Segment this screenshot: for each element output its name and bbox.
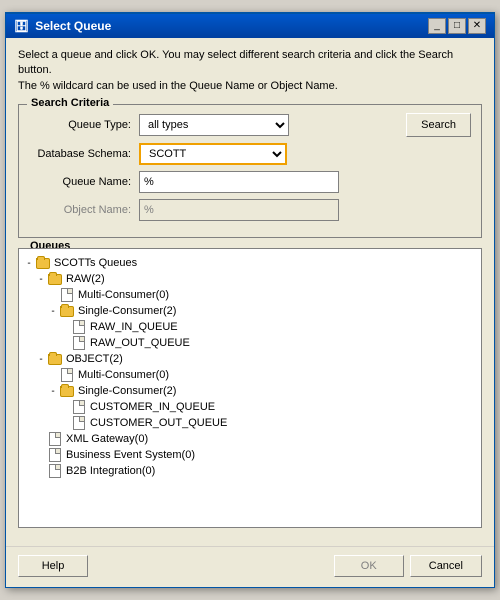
expand-icon: - (23, 258, 35, 269)
title-bar: 🗄 Select Queue _ □ ✕ (6, 14, 494, 38)
expand-icon: - (35, 354, 47, 365)
select-queue-window: 🗄 Select Queue _ □ ✕ Select a queue and … (5, 12, 495, 588)
expand-icon: - (47, 386, 59, 397)
tree-node-label: B2B Integration(0) (66, 465, 155, 477)
tree-node-label: Multi-Consumer(0) (78, 289, 169, 301)
queues-section: Queues - SCOTTs Queues - RAW(2) (18, 248, 482, 528)
file-icon (71, 400, 87, 414)
file-icon (71, 416, 87, 430)
queue-name-label: Queue Name: (29, 176, 139, 188)
db-schema-row: Database Schema: SCOTT SYS SYSTEM (29, 143, 471, 165)
window-title: Select Queue (35, 19, 111, 33)
queue-name-row: Queue Name: (29, 171, 471, 193)
list-item[interactable]: - Single-Consumer(2) (23, 383, 477, 399)
list-item[interactable]: Multi-Consumer(0) (23, 287, 477, 303)
search-criteria-group: Search Criteria Queue Type: all types RA… (18, 104, 482, 238)
close-button[interactable]: ✕ (468, 18, 486, 34)
tree-node-label: Single-Consumer(2) (78, 385, 176, 397)
minimize-button[interactable]: _ (428, 18, 446, 34)
queue-tree: - SCOTTs Queues - RAW(2) Multi-C (19, 249, 481, 485)
file-icon (47, 448, 63, 462)
object-name-row: Object Name: (29, 199, 471, 221)
queue-type-label: Queue Type: (29, 119, 139, 131)
tree-node-label: Multi-Consumer(0) (78, 369, 169, 381)
folder-icon (47, 352, 63, 366)
object-name-input[interactable] (139, 199, 339, 221)
tree-node-label: RAW(2) (66, 273, 105, 285)
tree-node-label: RAW_IN_QUEUE (90, 321, 178, 333)
help-button[interactable]: Help (18, 555, 88, 577)
list-item[interactable]: RAW_OUT_QUEUE (23, 335, 477, 351)
list-item[interactable]: Multi-Consumer(0) (23, 367, 477, 383)
list-item[interactable]: - Single-Consumer(2) (23, 303, 477, 319)
search-button[interactable]: Search (406, 113, 471, 137)
folder-icon (47, 272, 63, 286)
expand-icon: - (47, 306, 59, 317)
search-criteria-label: Search Criteria (27, 97, 113, 109)
tree-node-label: Business Event System(0) (66, 449, 195, 461)
folder-icon (59, 384, 75, 398)
object-name-label: Object Name: (29, 204, 139, 216)
list-item[interactable]: XML Gateway(0) (23, 431, 477, 447)
list-item[interactable]: CUSTOMER_IN_QUEUE (23, 399, 477, 415)
queues-tree-container[interactable]: - SCOTTs Queues - RAW(2) Multi-C (18, 248, 482, 528)
expand-icon: - (35, 274, 47, 285)
file-icon (47, 464, 63, 478)
tree-node-label: CUSTOMER_IN_QUEUE (90, 401, 215, 413)
tree-node-label: CUSTOMER_OUT_QUEUE (90, 417, 227, 429)
folder-icon (59, 304, 75, 318)
list-item[interactable]: CUSTOMER_OUT_QUEUE (23, 415, 477, 431)
tree-node-label: SCOTTs Queues (54, 257, 137, 269)
list-item[interactable]: - OBJECT(2) (23, 351, 477, 367)
maximize-button[interactable]: □ (448, 18, 466, 34)
window-title-icon: 🗄 (14, 19, 29, 33)
list-item[interactable]: RAW_IN_QUEUE (23, 319, 477, 335)
queue-type-row: Queue Type: all types RAW OBJECT Search (29, 113, 471, 137)
db-schema-select[interactable]: SCOTT SYS SYSTEM (139, 143, 287, 165)
description-text: Select a queue and click OK. You may sel… (18, 48, 482, 94)
list-item[interactable]: - RAW(2) (23, 271, 477, 287)
footer: Help OK Cancel (6, 546, 494, 587)
list-item[interactable]: Business Event System(0) (23, 447, 477, 463)
tree-node-label: OBJECT(2) (66, 353, 123, 365)
ok-button[interactable]: OK (334, 555, 404, 577)
file-icon (71, 336, 87, 350)
file-icon (47, 432, 63, 446)
cancel-button[interactable]: Cancel (410, 555, 482, 577)
tree-node-label: Single-Consumer(2) (78, 305, 176, 317)
file-icon (71, 320, 87, 334)
db-schema-label: Database Schema: (29, 148, 139, 160)
file-icon (59, 288, 75, 302)
tree-node-label: XML Gateway(0) (66, 433, 148, 445)
list-item[interactable]: B2B Integration(0) (23, 463, 477, 479)
queue-type-select[interactable]: all types RAW OBJECT (139, 114, 289, 136)
file-icon (59, 368, 75, 382)
folder-icon (35, 256, 51, 270)
queue-name-input[interactable] (139, 171, 339, 193)
title-controls: _ □ ✕ (428, 18, 486, 34)
tree-node-label: RAW_OUT_QUEUE (90, 337, 190, 349)
window-body: Select a queue and click OK. You may sel… (6, 38, 494, 546)
list-item[interactable]: - SCOTTs Queues (23, 255, 477, 271)
